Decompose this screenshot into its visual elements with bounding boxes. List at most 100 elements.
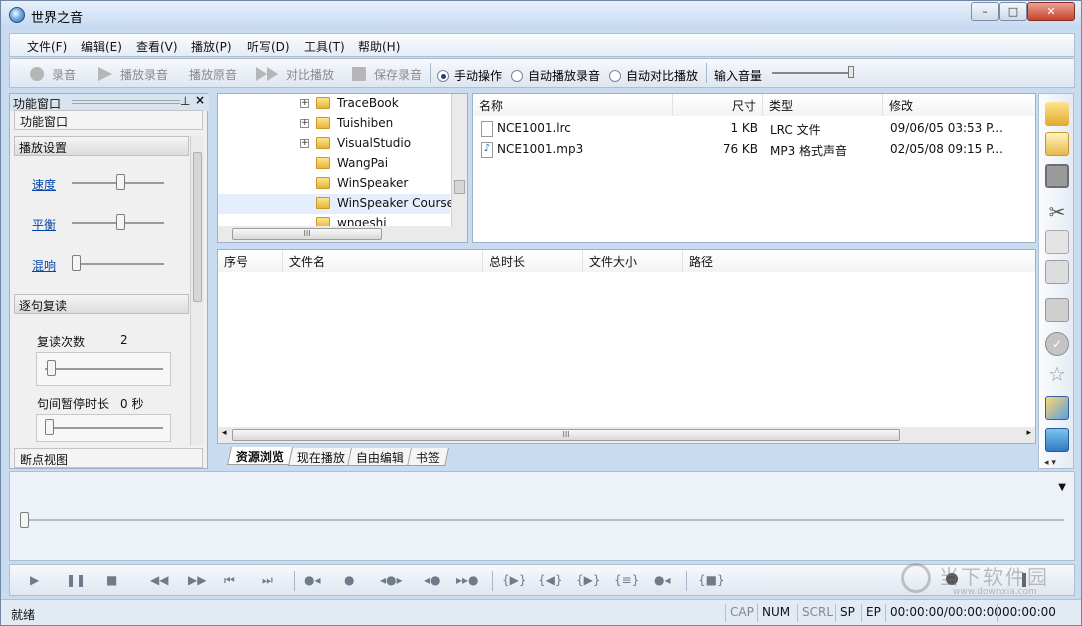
col-name[interactable]: 名称 <box>473 94 673 116</box>
col-index[interactable]: 序号 <box>218 250 283 272</box>
balance-thumb[interactable] <box>116 214 125 230</box>
col-modified[interactable]: 修改 <box>883 94 1035 116</box>
mark-a-icon[interactable]: {▶} <box>502 573 527 587</box>
breakpoint-view[interactable]: 断点视图 <box>14 448 203 468</box>
playlist-scroll-thumb[interactable]: III <box>232 429 900 441</box>
panel-close-icon[interactable]: × <box>195 93 205 107</box>
balance-link[interactable]: 平衡 <box>32 216 56 233</box>
tree-hscrollbar[interactable]: III <box>218 226 467 242</box>
menu-edit[interactable]: 编辑(E) <box>81 38 122 55</box>
col-filename[interactable]: 文件名 <box>283 250 483 272</box>
speed-thumb[interactable] <box>116 174 125 190</box>
expand-icon[interactable]: + <box>300 139 309 148</box>
mark-e-icon[interactable]: ●◂ <box>654 573 671 587</box>
tree-item[interactable]: + TraceBook <box>218 94 450 114</box>
mark-d-icon[interactable]: {≡} <box>614 573 639 587</box>
settings-tools-icon[interactable] <box>1045 396 1069 420</box>
cut-icon[interactable]: ✂ <box>1045 200 1069 224</box>
position-thumb[interactable] <box>20 512 29 528</box>
col-type[interactable]: 类型 <box>763 94 883 116</box>
col-filesize[interactable]: 文件大小 <box>583 250 683 272</box>
pause-duration-slider[interactable] <box>36 414 171 442</box>
mark-c-icon[interactable]: {▶} <box>576 573 601 587</box>
maximize-button[interactable]: □ <box>999 2 1027 21</box>
save-recording-button[interactable]: 保存录音 <box>352 66 422 83</box>
return-icon[interactable] <box>1045 428 1069 452</box>
mark-b-icon[interactable]: {◀} <box>538 573 563 587</box>
print-icon[interactable] <box>1045 298 1069 322</box>
check-icon[interactable]: ✓ <box>1045 332 1069 356</box>
input-volume-thumb[interactable] <box>847 66 854 78</box>
reverb-slider[interactable] <box>72 263 164 265</box>
sentence-prev-icon[interactable]: ◂● <box>424 573 441 587</box>
dropdown-arrow-icon[interactable]: ▼ <box>1058 482 1066 493</box>
record-button[interactable]: 录音 <box>30 66 76 83</box>
panel-scrollbar[interactable] <box>190 136 204 445</box>
playlist-hscrollbar[interactable]: ◂ III ▸ <box>218 427 1035 443</box>
play-icon[interactable]: ▶ <box>30 573 39 587</box>
minimize-button[interactable]: – <box>971 2 999 21</box>
sentence-repeat-icon[interactable]: ● <box>344 573 354 587</box>
pin-icon[interactable]: ⊥ <box>180 94 190 108</box>
menu-view[interactable]: 查看(V) <box>136 38 178 55</box>
copy-icon[interactable] <box>1045 230 1069 254</box>
fast-forward-icon[interactable]: ▶▶ <box>188 573 206 587</box>
col-path[interactable]: 路径 <box>683 250 1035 272</box>
menu-file[interactable]: 文件(F) <box>27 38 67 55</box>
open-folder-icon[interactable] <box>1045 102 1069 126</box>
sentence-loop-icon[interactable]: ◂●▸ <box>380 573 403 587</box>
tree-item[interactable]: WinSpeaker <box>218 174 450 194</box>
tab-resource-browse[interactable]: 资源浏览 <box>227 447 293 465</box>
tree-item[interactable]: WinSpeaker Course <box>218 194 454 214</box>
menu-dictation[interactable]: 听写(D) <box>247 38 290 55</box>
search-folder-icon[interactable] <box>1045 132 1069 156</box>
tree-vscrollbar[interactable] <box>451 94 467 226</box>
speed-link[interactable]: 速度 <box>32 176 56 193</box>
tree-item[interactable]: + VisualStudio <box>218 134 450 154</box>
auto-play-recording-radio[interactable]: 自动播放录音 <box>511 67 600 84</box>
paste-icon[interactable] <box>1045 260 1069 284</box>
star-icon[interactable]: ☆ <box>1045 362 1069 386</box>
section-play-settings[interactable]: 播放设置 <box>14 136 189 156</box>
repeat-count-thumb[interactable] <box>47 360 56 376</box>
tab-now-playing[interactable]: 现在播放 <box>288 448 354 466</box>
file-row[interactable]: ♪ NCE1001.mp3 76 KB MP3 格式声音 02/05/08 09:15 … <box>473 139 1035 159</box>
play-recording-button[interactable]: 播放录音 <box>98 66 168 83</box>
menu-help[interactable]: 帮助(H) <box>358 38 400 55</box>
text-file-icon <box>481 121 493 137</box>
rewind-icon[interactable]: ◀◀ <box>150 573 168 587</box>
close-button[interactable]: ✕ <box>1027 2 1075 21</box>
auto-compare-radio[interactable]: 自动对比播放 <box>609 67 698 84</box>
expand-icon[interactable]: + <box>300 119 309 128</box>
tab-bookmarks[interactable]: 书签 <box>407 448 449 466</box>
expand-icon[interactable]: + <box>300 99 309 108</box>
menu-tools[interactable]: 工具(T) <box>304 38 345 55</box>
sentence-next-icon[interactable]: ▸▸● <box>456 573 479 587</box>
tree-scroll-thumb[interactable]: III <box>232 228 382 240</box>
tree-item[interactable]: + Tuishiben <box>218 114 450 134</box>
reverb-link[interactable]: 混响 <box>32 257 56 274</box>
mark-f-icon[interactable]: {■} <box>698 573 725 587</box>
scroll-arrows-icon[interactable]: ◂ ▾ <box>1044 458 1056 468</box>
reverb-thumb[interactable] <box>72 255 81 271</box>
sentence-back-icon[interactable]: ●◂ <box>304 573 321 587</box>
position-slider[interactable] <box>24 519 1064 521</box>
col-size[interactable]: 尺寸 <box>673 94 763 116</box>
pause-duration-thumb[interactable] <box>45 419 54 435</box>
file-row[interactable]: NCE1001.lrc 1 KB LRC 文件 09/06/05 03:53 P... <box>473 118 1035 138</box>
tab-free-edit[interactable]: 自由编辑 <box>347 448 413 466</box>
compare-play-button[interactable]: 对比播放 <box>256 66 334 83</box>
stop-icon[interactable]: ■ <box>106 573 117 587</box>
repeat-count-slider[interactable] <box>36 352 171 386</box>
play-original-button[interactable]: 播放原音 <box>167 66 237 83</box>
input-volume-slider[interactable] <box>772 72 854 74</box>
menu-play[interactable]: 播放(P) <box>191 38 232 55</box>
tree-item[interactable]: WangPai <box>218 154 450 174</box>
section-sentence-repeat[interactable]: 逐句复读 <box>14 294 189 314</box>
col-duration[interactable]: 总时长 <box>483 250 583 272</box>
manual-mode-radio[interactable]: 手动操作 <box>437 67 502 84</box>
next-icon[interactable]: ⏭ <box>262 573 273 588</box>
previous-icon[interactable]: ⏮ <box>224 573 235 588</box>
pause-icon[interactable]: ❚❚ <box>66 573 86 587</box>
save-icon[interactable] <box>1045 164 1069 188</box>
